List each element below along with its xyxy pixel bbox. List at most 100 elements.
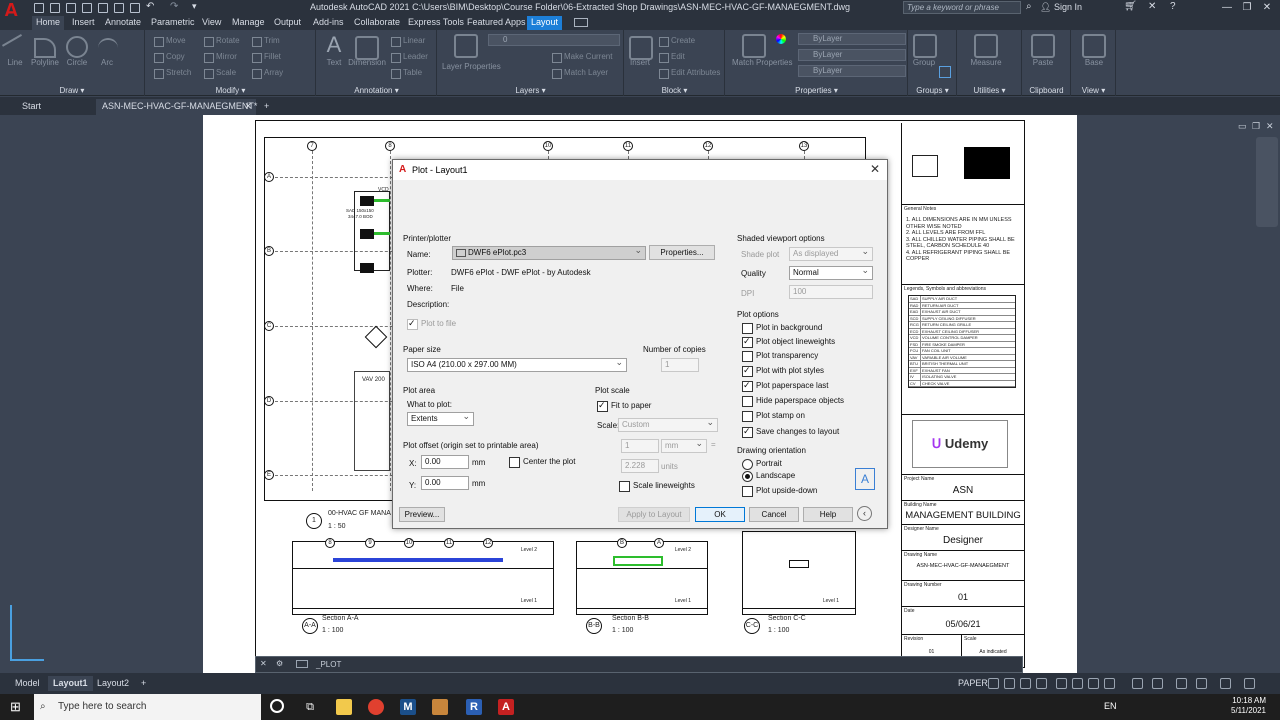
trim-tool[interactable]: Trim [252, 36, 280, 47]
plot-object-lineweights-checkbox[interactable]: Plot object lineweights [742, 336, 835, 348]
tab-home[interactable]: Home [32, 16, 65, 30]
isolate-icon[interactable] [1176, 678, 1187, 689]
file-explorer-icon[interactable] [336, 699, 352, 715]
circle-tool-label[interactable]: Circle [64, 58, 90, 67]
selection-cycling-icon[interactable] [1104, 678, 1115, 689]
close-window-icon[interactable]: ✕ [1258, 1, 1276, 15]
close-tab-icon[interactable]: ✕ [244, 99, 252, 114]
leader-tool[interactable]: Leader [391, 52, 428, 63]
dimension-tool-label[interactable]: Dimension [347, 58, 387, 67]
save-icon[interactable] [66, 3, 76, 13]
properties-button[interactable]: Properties... [649, 245, 715, 260]
tab-layout2[interactable]: Layout2 [92, 676, 134, 691]
clean-screen-icon[interactable] [1220, 678, 1231, 689]
scale-select[interactable]: Custom [618, 418, 718, 432]
add-layout-icon[interactable]: + [136, 676, 151, 691]
layers-panel-title[interactable]: Layers ▾ [438, 86, 623, 95]
layer-properties-tool[interactable]: Layer Properties [442, 62, 501, 71]
tab-annotate[interactable]: Annotate [101, 16, 145, 30]
app-m-icon[interactable]: M [400, 699, 416, 715]
collapse-options-icon[interactable]: ‹ [857, 506, 872, 521]
tab-output[interactable]: Output [270, 16, 305, 30]
search-icon[interactable]: ⌕ [1026, 1, 1032, 12]
make-current-tool[interactable]: Make Current [552, 52, 612, 63]
scale-denominator-input[interactable]: 2.228 [621, 459, 659, 473]
command-line[interactable]: ✕ ⚙ _PLOT [255, 656, 1023, 673]
cancel-button[interactable]: Cancel [749, 507, 799, 522]
cortana-icon[interactable] [270, 699, 284, 713]
minimize-icon[interactable]: — [1218, 1, 1236, 15]
tab-featured-apps[interactable]: Featured Apps [463, 16, 530, 30]
mirror-tool[interactable]: Mirror [204, 52, 237, 63]
color-dropdown[interactable]: ByLayer [798, 33, 906, 45]
undo-icon[interactable]: ↶ [146, 1, 154, 12]
quality-select[interactable]: Normal [789, 266, 873, 280]
otrack-icon[interactable] [1056, 678, 1067, 689]
move-tool[interactable]: Move [154, 36, 186, 47]
edit-block-tool[interactable]: Edit [659, 52, 685, 63]
annotation-scale-icon[interactable] [1132, 678, 1143, 689]
sign-in-button[interactable]: 👤︎ Sign In [1040, 2, 1082, 13]
scale-tool[interactable]: Scale [204, 68, 236, 79]
plotter-name-select[interactable]: DWF6 ePlot.pc3 [452, 246, 646, 260]
plot-paperspace-last-checkbox[interactable]: Plot paperspace last [742, 380, 829, 392]
rotate-tool[interactable]: Rotate [204, 36, 240, 47]
paper-size-select[interactable]: ISO A4 (210.00 x 297.00 MM) [407, 358, 627, 372]
app-recorder-icon[interactable] [432, 699, 448, 715]
plot-to-file-checkbox[interactable]: Plot to file [407, 318, 456, 330]
polyline-tool-label[interactable]: Polyline [28, 58, 62, 67]
language-indicator[interactable]: EN [1104, 701, 1117, 711]
lineweight-dropdown[interactable]: ByLayer [798, 49, 906, 61]
fillet-tool[interactable]: Fillet [252, 52, 281, 63]
table-tool[interactable]: Table [391, 68, 422, 79]
tab-manage[interactable]: Manage [228, 16, 269, 30]
insert-tool-label[interactable]: Insert [627, 58, 653, 67]
autocad-taskbar-icon[interactable]: A [498, 699, 514, 715]
plot-icon[interactable] [114, 3, 124, 13]
workspace-icon[interactable] [1152, 678, 1163, 689]
group-select-icon[interactable] [939, 66, 951, 78]
tab-start[interactable]: Start [16, 99, 47, 115]
revit-icon[interactable]: R [466, 699, 482, 715]
new-tab-icon[interactable]: + [258, 99, 275, 115]
ribbon-toggle-icon[interactable] [574, 18, 588, 27]
transparency-icon[interactable] [1088, 678, 1099, 689]
web-mobile-icon[interactable] [98, 3, 108, 13]
linetype-dropdown[interactable]: ByLayer [798, 65, 906, 77]
scale-numerator-input[interactable]: 1 [621, 439, 659, 453]
tab-model[interactable]: Model [10, 676, 45, 691]
dpi-input[interactable]: 100 [789, 285, 873, 299]
draw-panel-title[interactable]: Draw ▾ [0, 86, 144, 95]
plot-upside-down-checkbox[interactable]: Plot upside-down [742, 486, 817, 497]
tab-add-ins[interactable]: Add-ins [309, 16, 348, 30]
annotation-panel-title[interactable]: Annotation ▾ [317, 86, 436, 95]
lineweight-icon[interactable] [1072, 678, 1083, 689]
plot-with-plot-styles-checkbox[interactable]: Plot with plot styles [742, 365, 824, 377]
linear-tool[interactable]: Linear [391, 36, 425, 47]
redo-icon[interactable]: ↷ [170, 1, 178, 12]
portrait-radio[interactable]: Portrait [742, 459, 782, 470]
preview-button[interactable]: Preview... [399, 507, 445, 522]
viewport-minimize-icon[interactable]: ▭ [1238, 121, 1247, 132]
base-tool-label[interactable]: Base [1080, 58, 1108, 67]
scale-lineweights-checkbox[interactable]: Scale lineweights [619, 481, 695, 492]
chrome-icon[interactable] [368, 699, 384, 715]
array-tool[interactable]: Array [252, 68, 283, 79]
viewport-close-icon[interactable]: ✕ [1266, 121, 1274, 132]
plot-transparency-checkbox[interactable]: Plot transparency [742, 351, 818, 362]
hardware-accel-icon[interactable] [1196, 678, 1207, 689]
match-properties-tool[interactable]: Match Properties [732, 58, 792, 68]
what-to-plot-select[interactable]: Extents [407, 412, 474, 426]
tab-insert[interactable]: Insert [68, 16, 99, 30]
task-view-icon[interactable]: ⧉ [302, 699, 318, 715]
groups-panel-title[interactable]: Groups ▾ [909, 86, 956, 95]
create-block-tool[interactable]: Create [659, 36, 695, 47]
y-offset-input[interactable]: 0.00 [421, 476, 469, 490]
paste-tool-label[interactable]: Paste [1029, 58, 1057, 67]
center-plot-checkbox[interactable]: Center the plot [509, 457, 575, 468]
taskbar-search-input[interactable]: ⌕ Type here to search [34, 694, 261, 720]
measure-tool-label[interactable]: Measure [964, 58, 1008, 67]
hide-paperspace-objects-checkbox[interactable]: Hide paperspace objects [742, 396, 844, 407]
open-icon[interactable] [50, 3, 60, 13]
print-icon[interactable] [130, 3, 140, 13]
